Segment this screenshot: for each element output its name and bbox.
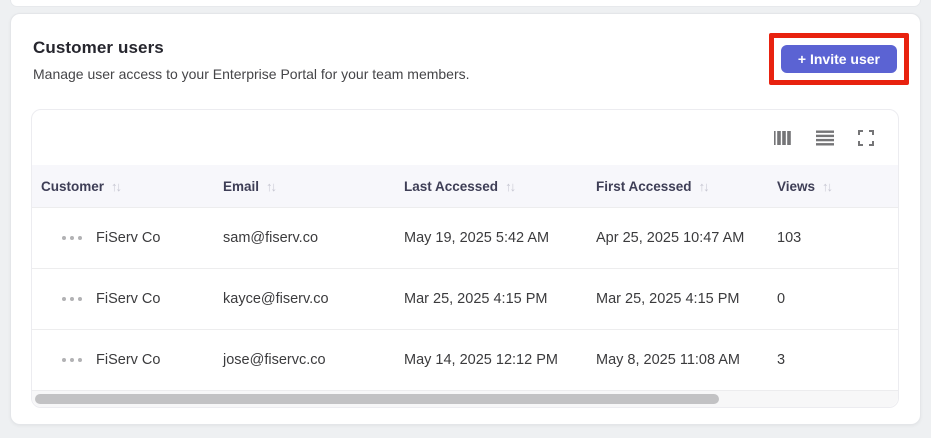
column-header-first-accessed[interactable]: First Accessed ↑↓ <box>587 179 768 194</box>
customer-name: FiServ Co <box>96 230 161 246</box>
row-actions-icon[interactable] <box>62 232 82 244</box>
email-cell: sam@fiserv.co <box>223 230 319 246</box>
previous-card-bottom-edge <box>10 0 921 7</box>
views-cell: 0 <box>777 291 786 307</box>
views-cell: 3 <box>777 352 786 368</box>
column-header-views[interactable]: Views ↑↓ <box>768 179 900 194</box>
column-header-email[interactable]: Email ↑↓ <box>214 179 395 194</box>
column-header-customer[interactable]: Customer ↑↓ <box>32 179 214 194</box>
table-header-row: Customer ↑↓ Email ↑↓ Last Accessed ↑↓ Fi… <box>32 165 898 207</box>
page-subtitle: Manage user access to your Enterprise Po… <box>33 66 470 82</box>
row-actions-icon[interactable] <box>62 354 82 366</box>
email-cell: jose@fiservc.co <box>223 352 326 368</box>
column-label: Email <box>223 178 260 194</box>
column-label: Customer <box>41 178 105 194</box>
density-rows-icon[interactable] <box>816 130 834 146</box>
column-label: Last Accessed <box>404 178 499 194</box>
sort-icon[interactable]: ↑↓ <box>505 179 516 194</box>
column-header-last-accessed[interactable]: Last Accessed ↑↓ <box>395 179 587 194</box>
users-table: Customer ↑↓ Email ↑↓ Last Accessed ↑↓ Fi… <box>31 109 899 408</box>
last-accessed-cell: Mar 25, 2025 4:15 PM <box>404 291 548 307</box>
table-toolbar <box>32 110 898 165</box>
first-accessed-cell: Mar 25, 2025 4:15 PM <box>596 291 740 307</box>
sort-icon[interactable]: ↑↓ <box>266 179 277 194</box>
last-accessed-cell: May 19, 2025 5:42 AM <box>404 230 550 246</box>
fullscreen-icon[interactable] <box>858 129 876 146</box>
sort-icon[interactable]: ↑↓ <box>111 179 122 194</box>
page-title: Customer users <box>33 38 164 57</box>
first-accessed-cell: May 8, 2025 11:08 AM <box>596 352 741 368</box>
customer-cell: FiServ Co <box>32 291 214 307</box>
column-label: First Accessed <box>596 178 692 194</box>
first-accessed-cell: Apr 25, 2025 10:47 AM <box>596 230 745 246</box>
column-label: Views <box>777 178 816 194</box>
last-accessed-cell: May 14, 2025 12:12 PM <box>404 352 558 368</box>
table-row: FiServ Co kayce@fiserv.co Mar 25, 2025 4… <box>32 268 898 329</box>
page: { "header": { "title": "Customer users",… <box>0 0 931 438</box>
sort-icon[interactable]: ↑↓ <box>699 179 710 194</box>
columns-icon[interactable] <box>774 130 792 146</box>
customer-users-card: Customer users Manage user access to you… <box>10 13 921 425</box>
sort-icon[interactable]: ↑↓ <box>822 179 833 194</box>
card-header: Customer users Manage user access to you… <box>33 38 470 82</box>
invite-user-button[interactable]: + Invite user <box>780 45 897 73</box>
views-cell: 103 <box>777 230 802 246</box>
hscrollbar-thumb[interactable] <box>35 394 720 404</box>
customer-name: FiServ Co <box>96 352 161 368</box>
horizontal-scrollbar[interactable] <box>32 390 898 407</box>
row-actions-icon[interactable] <box>62 293 82 305</box>
customer-cell: FiServ Co <box>32 352 214 368</box>
table-row: FiServ Co jose@fiservc.co May 14, 2025 1… <box>32 329 898 390</box>
customer-cell: FiServ Co <box>32 230 214 246</box>
email-cell: kayce@fiserv.co <box>223 291 329 307</box>
annotation-highlight-box: + Invite user <box>768 33 909 85</box>
customer-name: FiServ Co <box>96 291 161 307</box>
table-row: FiServ Co sam@fiserv.co May 19, 2025 5:4… <box>32 207 898 268</box>
